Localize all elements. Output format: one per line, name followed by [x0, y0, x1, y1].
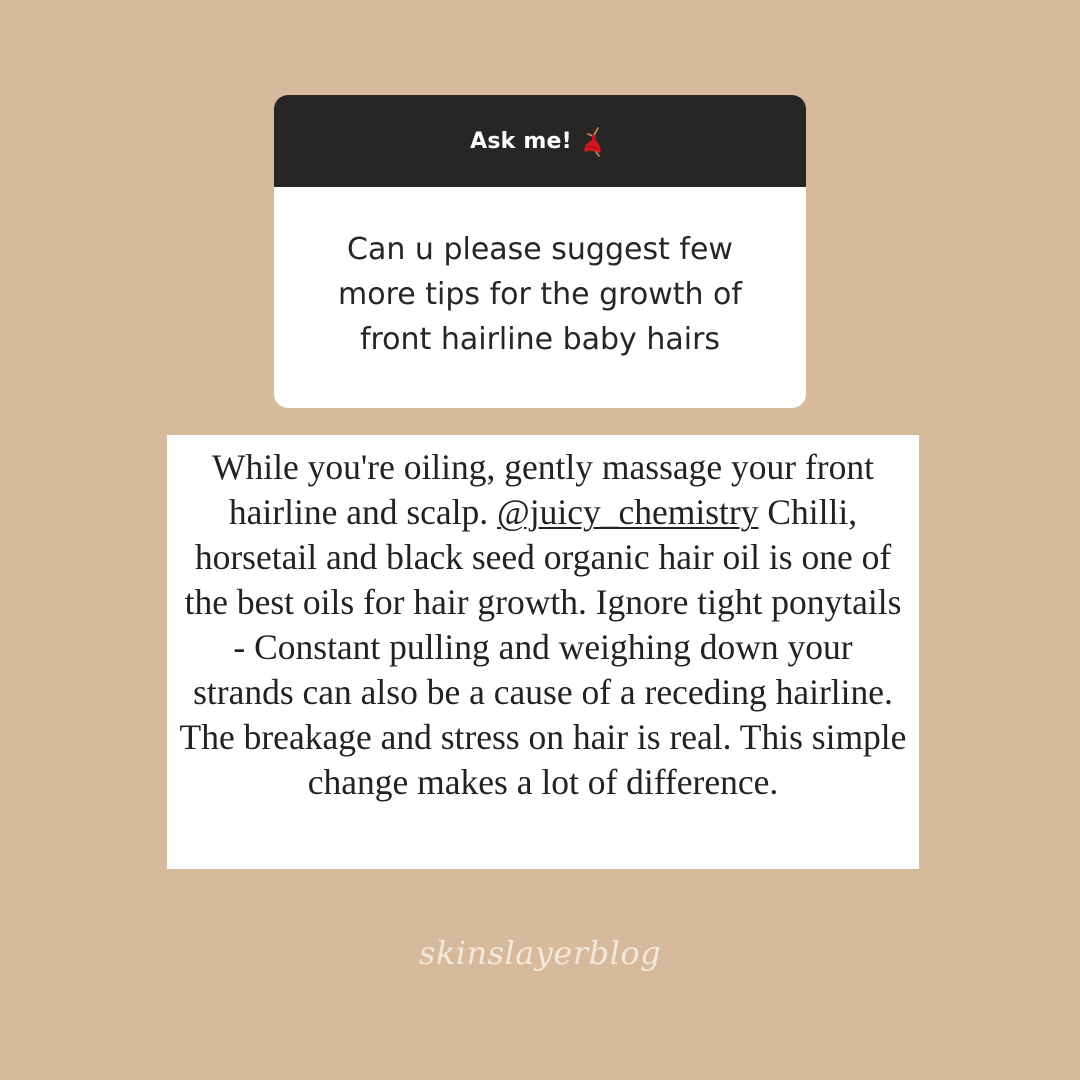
question-sticker-body: Can u please suggest few more tips for t…: [274, 187, 806, 408]
question-sticker: Ask me! Can u please suggest few more ti…: [274, 95, 806, 408]
mention-link[interactable]: @juicy_chemistry: [497, 492, 758, 532]
question-sticker-header: Ask me!: [274, 95, 806, 187]
answer-text: While you're oiling, gently massage your…: [179, 445, 907, 805]
watermark: skinslayerblog: [418, 934, 662, 972]
dancer-icon: [578, 125, 610, 157]
question-sticker-title: Ask me!: [470, 128, 572, 154]
answer-box: While you're oiling, gently massage your…: [167, 435, 919, 869]
answer-text-end: Chilli, horsetail and black seed organic…: [179, 492, 907, 802]
question-text: Can u please suggest few more tips for t…: [338, 232, 742, 357]
